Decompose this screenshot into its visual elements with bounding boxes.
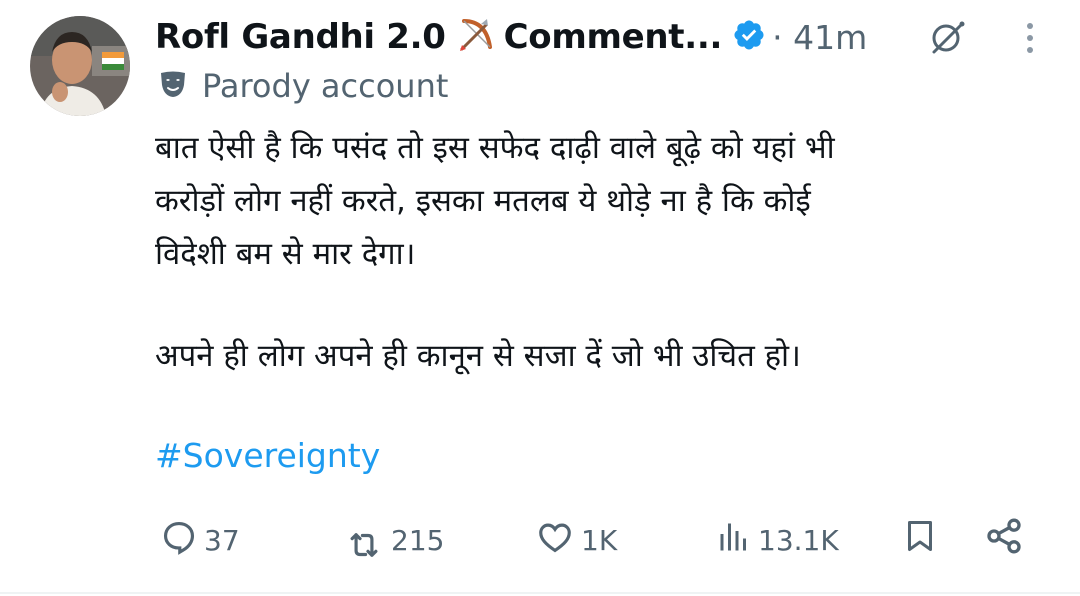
tweet-text-line: विदेशी बम से मार देगा। (155, 236, 416, 272)
like-count: 1K (581, 524, 618, 557)
author-name[interactable]: Rofl Gandhi 2.0 (155, 17, 446, 57)
reply-icon (160, 518, 198, 563)
like-button[interactable]: 1K (535, 518, 617, 563)
tweet-timestamp[interactable]: · 41m (772, 18, 867, 57)
more-options-icon[interactable] (1020, 18, 1040, 62)
tweet-text-line: करोड़ों लोग नहीं करते, इसका मतलब ये थोड़… (155, 183, 811, 219)
views-icon (716, 518, 752, 563)
avatar[interactable] (30, 16, 130, 116)
tweet-text-line: अपने ही लोग अपने ही कानून से सजा दें जो … (155, 338, 801, 374)
bow-and-arrow-emoji-icon (456, 15, 496, 59)
reply-count: 37 (204, 524, 240, 557)
grok-icon[interactable] (928, 18, 968, 62)
verified-badge-icon (732, 18, 766, 56)
parody-label: Parody account (158, 64, 448, 108)
share-icon (984, 516, 1024, 563)
repost-button[interactable]: 215 (343, 510, 444, 571)
like-icon (535, 518, 575, 563)
avatar-image (30, 16, 130, 116)
parody-account-text: Parody account (202, 67, 449, 105)
hashtag-link[interactable]: #Sovereignty (155, 436, 380, 475)
share-button[interactable] (984, 516, 1024, 563)
views-count: 13.1K (758, 524, 839, 557)
tweet-body: बात ऐसी है कि पसंद तो इस सफेद दाढ़ी वाले… (155, 122, 1015, 281)
tweet-header: Rofl Gandhi 2.0 Comment... · 41m (155, 10, 867, 64)
tweet-text-line: बात ऐसी है कि पसंद तो इस सफेद दाढ़ी वाले… (155, 130, 835, 166)
bookmark-button[interactable] (902, 516, 938, 563)
bookmark-icon (902, 516, 938, 563)
repost-count: 215 (391, 524, 445, 557)
parody-mask-icon (158, 69, 188, 103)
reply-button[interactable]: 37 (160, 518, 240, 563)
author-name-suffix[interactable]: Comment... (504, 17, 723, 57)
views-button[interactable]: 13.1K (716, 518, 839, 563)
repost-icon (343, 526, 385, 571)
action-bar: 37 215 1K 13.1K (0, 510, 1080, 566)
divider (0, 592, 1080, 594)
tweet: Rofl Gandhi 2.0 Comment... · 41m Parody … (0, 0, 1080, 596)
